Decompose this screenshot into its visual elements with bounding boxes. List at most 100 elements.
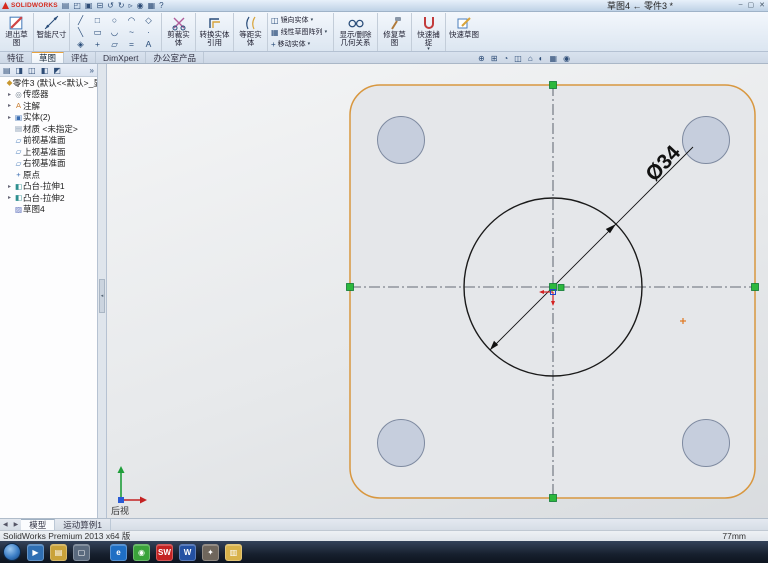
text-tool-icon[interactable]: A bbox=[140, 38, 157, 50]
arc-tool-icon[interactable]: ◠ bbox=[123, 14, 140, 26]
corner-hole-top-left[interactable] bbox=[377, 116, 425, 164]
convert-entities-button[interactable]: 转换实体引用 bbox=[196, 13, 234, 51]
display-style-icon[interactable]: ◐ bbox=[539, 54, 544, 63]
display-relations-button[interactable]: 显示/删除几何关系 bbox=[334, 13, 378, 51]
chevron-down-icon[interactable]: ▾ bbox=[308, 41, 311, 47]
tree-item-boss-extrude2[interactable]: ▸ ◧ 凸台-拉伸2 bbox=[0, 192, 97, 204]
options-icon[interactable]: ▦ bbox=[148, 1, 156, 11]
repair-sketch-button[interactable]: 修复草图 bbox=[378, 13, 412, 51]
move-entities-button[interactable]: + 移动实体 ▾ bbox=[271, 39, 310, 49]
taskbar-word-icon[interactable]: W bbox=[179, 543, 196, 561]
tree-item-part[interactable]: ◆ 零件3 (默认<<默认>_显示状态) bbox=[0, 77, 97, 89]
taskbar-explorer-icon[interactable]: ▤ bbox=[50, 543, 67, 561]
undo-icon[interactable]: ↺ bbox=[107, 1, 114, 11]
taskbar-media-player-icon[interactable]: ▶ bbox=[27, 543, 44, 561]
taskbar-show-desktop-icon[interactable]: ▢ bbox=[73, 543, 90, 561]
smart-dimension-button[interactable]: 智能尺寸 bbox=[34, 13, 70, 51]
tree-item-material[interactable]: ▤ 材质 <未指定> bbox=[0, 123, 97, 135]
tree-item-solid-bodies[interactable]: ▸ ▣ 实体(2) bbox=[0, 112, 97, 124]
tree-item-top-plane[interactable]: ▱ 上视基准面 bbox=[0, 146, 97, 158]
zoom-area-icon[interactable]: ⊞ bbox=[491, 54, 498, 63]
sketch-point-bottom[interactable] bbox=[549, 494, 557, 502]
open-icon[interactable]: ◰ bbox=[73, 1, 81, 11]
centerline-tool-icon[interactable]: ╲ bbox=[72, 26, 89, 38]
chevron-down-icon[interactable]: ▾ bbox=[311, 17, 314, 23]
view-orientation-icon[interactable]: ⌂ bbox=[528, 54, 533, 63]
sketch-point-top[interactable] bbox=[549, 81, 557, 89]
panel-chevron-icon[interactable]: » bbox=[90, 66, 94, 75]
tab-features[interactable]: 特征 bbox=[0, 52, 33, 63]
tree-item-front-plane[interactable]: ▱ 前视基准面 bbox=[0, 135, 97, 147]
splitter-handle-icon[interactable]: ◂ bbox=[99, 279, 105, 313]
tab-dimxpert[interactable]: DimXpert bbox=[96, 52, 147, 63]
taskbar-ie-icon[interactable]: e bbox=[110, 543, 127, 561]
appearance-icon[interactable]: ◉ bbox=[563, 54, 570, 63]
sketch-point-left[interactable] bbox=[346, 283, 354, 291]
offset-entities-button[interactable]: 等距实体 bbox=[234, 13, 268, 51]
chevron-down-icon[interactable]: ▾ bbox=[325, 29, 328, 35]
save-icon[interactable]: ▣ bbox=[85, 1, 93, 11]
graphics-viewport[interactable]: Ø34 后视 bbox=[107, 64, 768, 518]
rectangle-tool-icon[interactable]: □ bbox=[89, 14, 106, 26]
tangent-arc-tool-icon[interactable]: ◡ bbox=[106, 26, 123, 38]
spline-tool-icon[interactable]: ~ bbox=[123, 26, 140, 38]
start-button[interactable] bbox=[3, 543, 21, 561]
tab-sketch[interactable]: 草图 bbox=[32, 52, 65, 63]
point-tool-icon[interactable]: · bbox=[140, 26, 157, 38]
tab-evaluate[interactable]: 评估 bbox=[64, 52, 97, 63]
corner-hole-bottom-left[interactable] bbox=[377, 419, 425, 467]
tab-scroll-right-icon[interactable]: ▶ bbox=[11, 519, 22, 530]
polygon-tool-icon[interactable]: ◇ bbox=[140, 14, 157, 26]
mirror-entities-button[interactable]: ◫ 镜向实体 ▾ bbox=[271, 15, 313, 25]
redo-icon[interactable]: ↻ bbox=[118, 1, 125, 11]
line-tool-icon[interactable]: ╱ bbox=[72, 14, 89, 26]
tab-office-products[interactable]: 办公室产品 bbox=[146, 52, 204, 63]
tree-item-origin[interactable]: + 原点 bbox=[0, 169, 97, 181]
tree-item-right-plane[interactable]: ▱ 右视基准面 bbox=[0, 158, 97, 170]
dimxpert-manager-tab-icon[interactable]: ◧ bbox=[41, 66, 49, 75]
minimize-button[interactable]: – bbox=[739, 1, 743, 9]
trim-entities-button[interactable]: 剪裁实体 bbox=[162, 13, 196, 51]
tree-item-annotations[interactable]: ▸ A 注解 bbox=[0, 100, 97, 112]
taskbar-notes-icon[interactable]: ▥ bbox=[225, 543, 242, 561]
property-manager-tab-icon[interactable]: ◨ bbox=[16, 66, 24, 75]
rebuild-icon[interactable]: ◉ bbox=[137, 1, 144, 11]
tab-model[interactable]: 模型 bbox=[21, 519, 56, 530]
feature-manager-tab-icon[interactable]: ▤ bbox=[3, 66, 11, 75]
linear-pattern-button[interactable]: ▦ 线性草图阵列 ▾ bbox=[271, 27, 327, 37]
tree-item-sensors[interactable]: ▸ ◎ 传感器 bbox=[0, 89, 97, 101]
tree-item-sketch4[interactable]: ▨ 草图4 bbox=[0, 204, 97, 216]
corner-hole-top-right[interactable] bbox=[682, 116, 730, 164]
close-button[interactable]: ✕ bbox=[759, 1, 765, 9]
corner-hole-bottom-right[interactable] bbox=[682, 419, 730, 467]
new-document-icon[interactable]: ▤ bbox=[62, 1, 70, 11]
hide-show-icon[interactable]: ▦ bbox=[550, 54, 558, 63]
print-icon[interactable]: ⊟ bbox=[96, 1, 103, 11]
equal-tool-icon[interactable]: = bbox=[123, 38, 140, 50]
plane-tool-icon[interactable]: ▱ bbox=[106, 38, 123, 50]
fillet-tool-icon[interactable]: + bbox=[89, 38, 106, 50]
taskbar-messenger-icon[interactable]: ◉ bbox=[133, 543, 150, 561]
taskbar-solidworks-icon[interactable]: SW bbox=[156, 543, 173, 561]
tab-scroll-left-icon[interactable]: ◀ bbox=[0, 519, 11, 530]
select-icon[interactable]: ▹ bbox=[129, 1, 133, 11]
sketch-point-center-right[interactable] bbox=[557, 284, 565, 291]
display-manager-tab-icon[interactable]: ◩ bbox=[53, 66, 61, 75]
sketch-point-right[interactable] bbox=[751, 283, 759, 291]
circle-tool-icon[interactable]: ○ bbox=[106, 14, 123, 26]
quick-snaps-button[interactable]: 快速捕捉 ▾ bbox=[412, 13, 446, 52]
tab-motion-study[interactable]: 运动算例1 bbox=[55, 519, 111, 530]
taskbar-paint-icon[interactable]: ✦ bbox=[202, 543, 219, 561]
panel-splitter[interactable]: ◂ bbox=[98, 64, 107, 518]
configuration-manager-tab-icon[interactable]: ◫ bbox=[28, 66, 36, 75]
ellipse-tool-icon[interactable]: ◈ bbox=[72, 38, 89, 50]
zoom-fit-icon[interactable]: ⊕ bbox=[478, 54, 485, 63]
tree-item-boss-extrude1[interactable]: ▸ ◧ 凸台-拉伸1 bbox=[0, 181, 97, 193]
help-icon[interactable]: ? bbox=[159, 1, 163, 11]
section-view-icon[interactable]: ◫ bbox=[514, 54, 522, 63]
rapid-sketch-button[interactable]: 快速草图 bbox=[446, 13, 482, 51]
exit-sketch-button[interactable]: 退出草图 bbox=[0, 13, 34, 51]
slot-tool-icon[interactable]: ▭ bbox=[89, 26, 106, 38]
maximize-button[interactable]: ▢ bbox=[748, 1, 755, 9]
sketch-canvas[interactable]: Ø34 bbox=[107, 64, 768, 518]
